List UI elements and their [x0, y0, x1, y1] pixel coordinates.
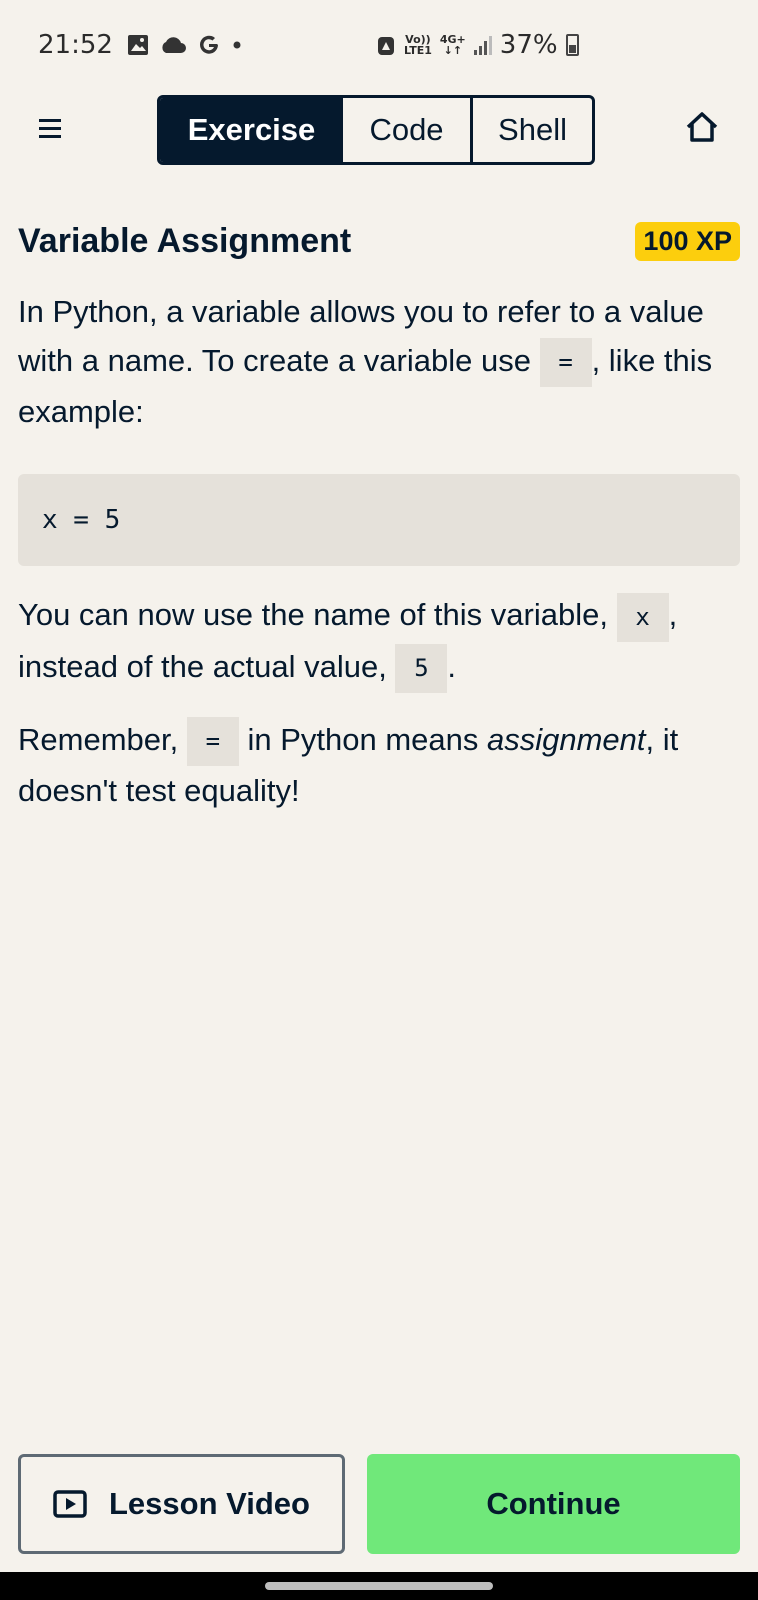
battery-icon [565, 34, 579, 56]
google-icon [199, 35, 218, 54]
xp-badge: 100 XP [635, 221, 740, 261]
clock: 21:52 [38, 30, 113, 60]
usage-text-1: You can now use the name of this variabl… [18, 597, 617, 633]
tab-exercise[interactable]: Exercise [160, 98, 343, 162]
gallery-icon [127, 35, 148, 55]
inline-code-5: 5 [395, 643, 448, 693]
lesson-video-label: Lesson Video [109, 1486, 310, 1521]
home-button[interactable] [680, 106, 724, 150]
hamburger-icon [39, 118, 61, 122]
usage-paragraph: You can now use the name of this variabl… [18, 590, 740, 693]
alarm-icon [378, 37, 394, 55]
tab-shell[interactable]: Shell [473, 98, 592, 162]
status-right: Vo)) LTE1 4G+ ↓↑ 37% [376, 30, 579, 60]
battery-percent: 37% [499, 30, 558, 60]
inline-code-x: x [616, 592, 669, 642]
exercise-content: Variable Assignment 100 XP In Python, a … [18, 215, 740, 815]
inline-code-equals-2: = [186, 717, 239, 767]
tab-switcher: Exercise Code Shell [157, 95, 595, 165]
reminder-emphasis: assignment [486, 721, 646, 757]
exercise-title: Variable Assignment [18, 221, 352, 260]
cloud-icon [162, 37, 186, 53]
volte-indicator: Vo)) LTE1 [404, 34, 432, 56]
lte-label: LTE1 [404, 44, 432, 57]
play-video-icon [53, 1490, 87, 1518]
system-nav-bar [0, 1572, 758, 1600]
data-arrows-icon: ↓↑ [443, 44, 463, 57]
dot-icon [233, 41, 241, 49]
title-row: Variable Assignment 100 XP [18, 215, 740, 267]
status-bar: 21:52 Vo)) LTE1 4G+ ↓↑ 37% [0, 0, 758, 90]
top-nav: Exercise Code Shell [0, 92, 758, 165]
code-example: x = 5 [18, 474, 740, 567]
menu-button[interactable] [32, 110, 68, 146]
reminder-paragraph: Remember, = in Python means assignment, … [18, 715, 740, 815]
reminder-text-2: in Python means [238, 721, 487, 757]
status-left: 21:52 [38, 30, 243, 60]
intro-paragraph: In Python, a variable allows you to refe… [18, 287, 740, 436]
tab-code[interactable]: Code [343, 98, 473, 162]
continue-label: Continue [486, 1486, 621, 1521]
continue-button[interactable]: Continue [367, 1454, 740, 1554]
network-type: 4G+ ↓↑ [440, 34, 466, 56]
home-icon [686, 112, 718, 142]
usage-text-3: . [447, 648, 457, 684]
inline-code-equals: = [539, 338, 592, 388]
reminder-text-1: Remember, [18, 721, 187, 757]
home-gesture-handle[interactable] [265, 1582, 493, 1590]
screen: 21:52 Vo)) LTE1 4G+ ↓↑ 37% Exercise Code… [0, 0, 758, 1600]
signal-icon [473, 35, 492, 55]
lesson-video-button[interactable]: Lesson Video [18, 1454, 345, 1554]
